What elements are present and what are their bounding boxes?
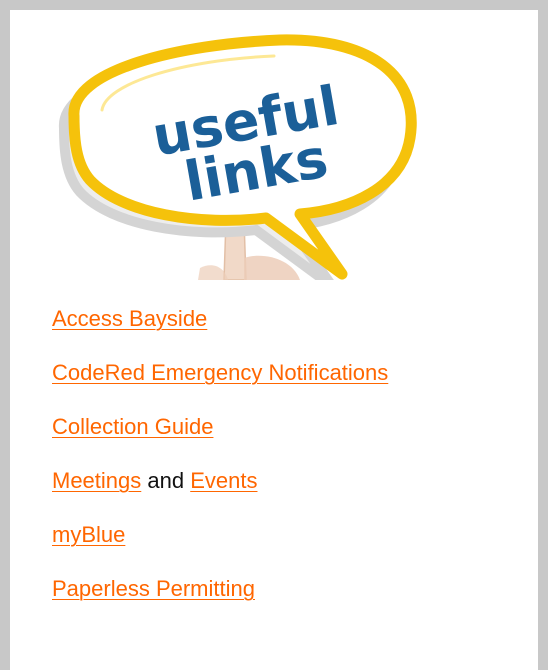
paperless-permitting-link[interactable]: Paperless Permitting: [52, 576, 255, 601]
access-bayside-link[interactable]: Access Bayside: [52, 306, 207, 331]
useful-links-list: Access Bayside CodeRed Emergency Notific…: [52, 306, 388, 630]
events-link[interactable]: Events: [190, 468, 257, 493]
meetings-link[interactable]: Meetings: [52, 468, 141, 493]
list-item: CodeRed Emergency Notifications: [52, 360, 388, 386]
collection-guide-link[interactable]: Collection Guide: [52, 414, 213, 439]
useful-links-panel: useful links Access Bayside CodeRed Emer…: [0, 0, 548, 670]
speech-bubble-graphic: useful links: [58, 34, 417, 280]
list-item: Meetings and Events: [52, 468, 388, 494]
myblue-link[interactable]: myBlue: [52, 522, 125, 547]
list-item: Access Bayside: [52, 306, 388, 332]
list-item: Collection Guide: [52, 414, 388, 440]
list-item: myBlue: [52, 522, 388, 548]
list-item: Paperless Permitting: [52, 576, 388, 602]
and-text: and: [141, 468, 191, 493]
useful-links-banner: useful links: [30, 30, 430, 280]
codered-emergency-notifications-link[interactable]: CodeRed Emergency Notifications: [52, 360, 388, 385]
